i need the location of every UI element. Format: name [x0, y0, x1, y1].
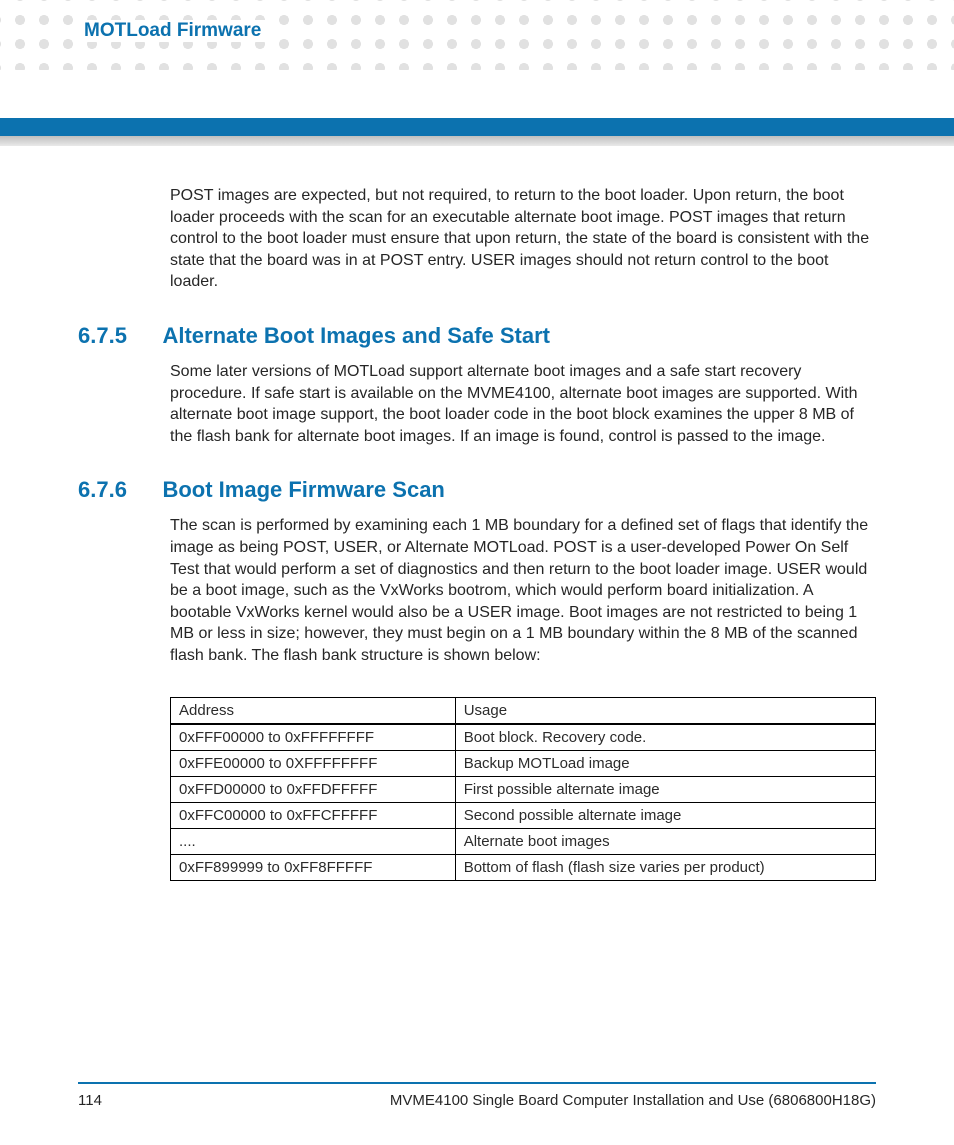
section-6-7-6: 6.7.6 Boot Image Firmware Scan	[170, 477, 876, 503]
table-row: .... Alternate boot images	[171, 828, 876, 854]
table-header-row: Address Usage	[171, 697, 876, 724]
page-footer: 114 MVME4100 Single Board Computer Insta…	[78, 1082, 876, 1109]
table-row: 0xFFD00000 to 0xFFDFFFFF First possible …	[171, 776, 876, 802]
section-para: Some later versions of MOTLoad support a…	[170, 361, 876, 447]
table-row: 0xFFF00000 to 0xFFFFFFFF Boot block. Rec…	[171, 724, 876, 751]
page-number: 114	[78, 1092, 102, 1109]
section-title: Boot Image Firmware Scan	[162, 477, 444, 502]
page-content: POST images are expected, but not requir…	[170, 185, 876, 881]
intro-paragraph: POST images are expected, but not requir…	[170, 185, 876, 293]
chapter-title: MOTLoad Firmware	[78, 20, 267, 42]
col-usage: Usage	[455, 697, 875, 724]
footer-text: MVME4100 Single Board Computer Installat…	[390, 1092, 876, 1109]
table-row: 0xFFC00000 to 0xFFCFFFFF Second possible…	[171, 802, 876, 828]
table-row: 0xFF899999 to 0xFF8FFFFF Bottom of flash…	[171, 854, 876, 880]
section-number: 6.7.6	[78, 477, 158, 503]
section-para: The scan is performed by examining each …	[170, 515, 876, 666]
header-rule-blue	[0, 118, 954, 136]
table-row: 0xFFE00000 to 0XFFFFFFFF Backup MOTLoad …	[171, 750, 876, 776]
col-address: Address	[171, 697, 456, 724]
header-rule-gray	[0, 136, 954, 146]
section-number: 6.7.5	[78, 323, 158, 349]
section-title: Alternate Boot Images and Safe Start	[162, 323, 550, 348]
section-6-7-5: 6.7.5 Alternate Boot Images and Safe Sta…	[170, 323, 876, 349]
flash-bank-table: Address Usage 0xFFF00000 to 0xFFFFFFFF B…	[170, 697, 876, 881]
